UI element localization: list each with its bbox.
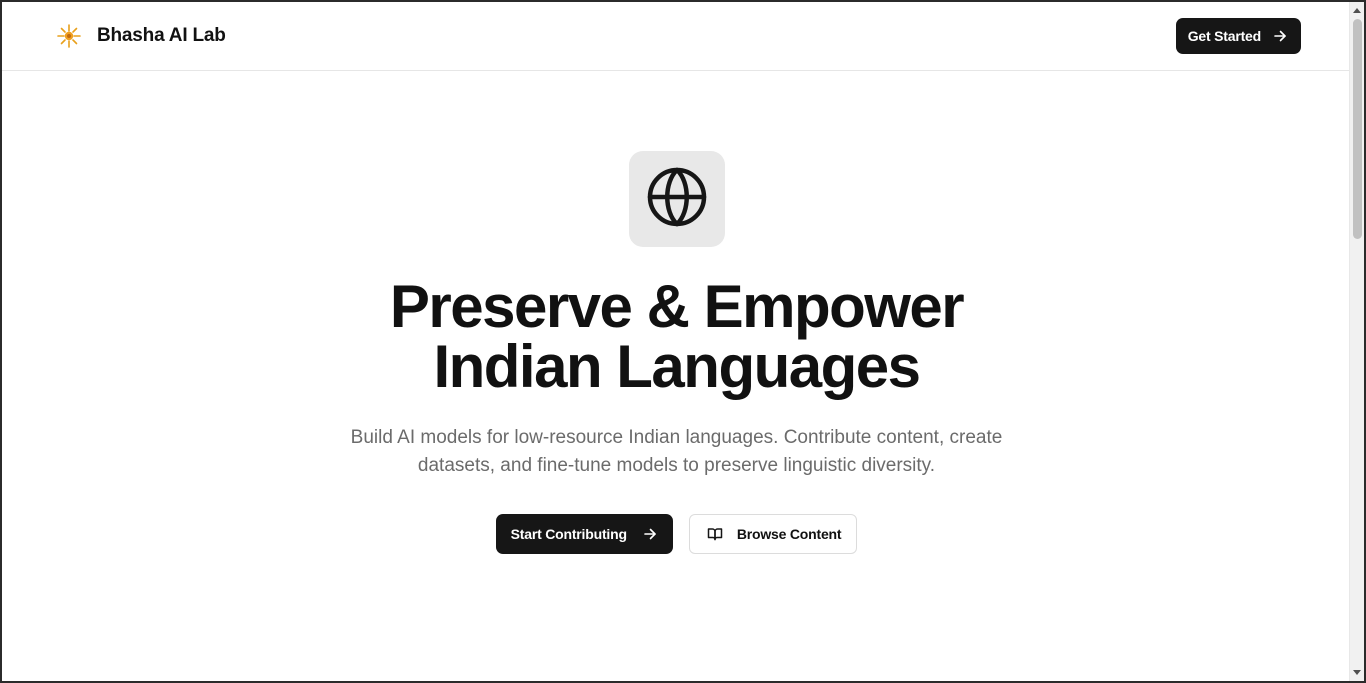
globe-icon	[646, 166, 708, 233]
get-started-button[interactable]: Get Started	[1175, 18, 1301, 54]
browse-content-label: Browse Content	[736, 526, 842, 542]
arrow-right-icon	[643, 527, 657, 541]
brand[interactable]: Bhasha AI Lab	[55, 22, 226, 50]
hero-title: Preserve & Empower Indian Languages	[389, 273, 965, 400]
scroll-up-arrow-icon[interactable]	[1353, 8, 1361, 13]
hero-title-line-1: Preserve & Empower	[389, 273, 965, 340]
book-open-icon	[707, 526, 723, 542]
hero-section: Preserve & Empower Indian Languages Buil…	[2, 71, 1351, 554]
scroll-down-arrow-icon[interactable]	[1353, 670, 1361, 675]
browse-content-button[interactable]: Browse Content	[688, 514, 858, 554]
hero-title-line-2: Indian Languages	[433, 333, 921, 400]
hero-subtitle: Build AI models for low-resource Indian …	[350, 427, 1003, 476]
vertical-scrollbar[interactable]	[1349, 2, 1364, 681]
browser-frame: Bhasha AI Lab Get Started Preserve & Emp…	[0, 0, 1366, 683]
arrow-right-icon	[1273, 29, 1287, 43]
globe-tile	[628, 151, 725, 247]
scroll-thumb[interactable]	[1353, 19, 1362, 239]
start-contributing-label: Start Contributing	[510, 526, 627, 542]
site-header: Bhasha AI Lab Get Started	[2, 2, 1351, 71]
hero-actions: Start Contributing Browse Content	[495, 514, 858, 554]
sparkle-sun-icon	[55, 22, 83, 50]
page-viewport: Bhasha AI Lab Get Started Preserve & Emp…	[2, 2, 1351, 681]
get-started-label: Get Started	[1187, 28, 1261, 44]
brand-name: Bhasha AI Lab	[97, 25, 226, 46]
start-contributing-button[interactable]: Start Contributing	[495, 514, 673, 554]
